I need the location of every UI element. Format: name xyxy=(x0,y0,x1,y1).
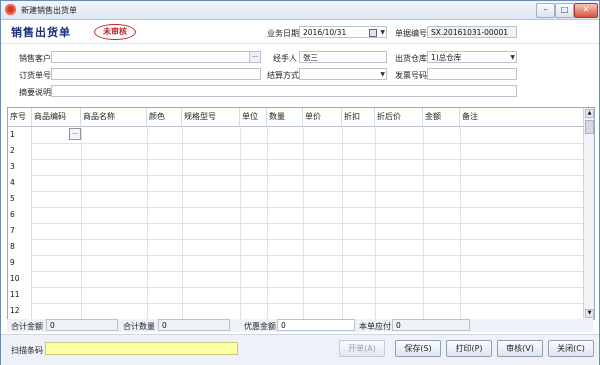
grid-scrollbar[interactable]: ▲ ▼ xyxy=(583,108,594,319)
table-row[interactable]: 4 xyxy=(8,175,583,192)
scroll-up-icon[interactable]: ▲ xyxy=(585,109,594,118)
settle-label: 结算方式 xyxy=(267,71,299,80)
total-qty-label: 合计数量 xyxy=(123,322,155,331)
table-row[interactable]: 5 xyxy=(8,191,583,208)
row-number: 7 xyxy=(8,223,32,239)
row-number: 8 xyxy=(8,239,32,255)
payable-label: 本单应付 xyxy=(359,322,391,331)
remark-label: 摘要说明 xyxy=(19,88,51,97)
maximize-button[interactable]: □ xyxy=(555,3,574,18)
col-header[interactable]: 商品编码 xyxy=(32,108,81,126)
warehouse-label: 出货仓库 xyxy=(395,54,427,63)
footer-bar: 扫描条码 开单(A) 保存(S) 打印(P) 审核(V) 关闭(C) xyxy=(1,334,599,365)
form-content: 销售出货单 未审核 业务日期 2016/10/31 ▼ 单据编号 SX.2016… xyxy=(1,20,599,365)
product-browse-button[interactable]: ... xyxy=(69,128,81,140)
col-header[interactable]: 单价 xyxy=(303,108,342,126)
doc-no-field: SX.20161031-00001 xyxy=(427,26,517,38)
col-header[interactable]: 规格型号 xyxy=(182,108,240,126)
biz-date-field[interactable]: 2016/10/31 ▼ xyxy=(299,26,387,38)
biz-date-label: 业务日期 xyxy=(267,29,299,38)
row-number: 12 xyxy=(8,303,32,319)
customer-browse-button[interactable]: ... xyxy=(249,52,260,62)
doc-no-label: 单据编号 xyxy=(395,29,427,38)
invoice-label: 发票号码 xyxy=(395,71,427,80)
row-number: 5 xyxy=(8,191,32,207)
order-no-field[interactable] xyxy=(51,68,261,80)
new-doc-button[interactable]: 开单(A) xyxy=(339,340,385,357)
chevron-down-icon[interactable]: ▼ xyxy=(380,69,385,79)
handler-label: 经手人 xyxy=(273,54,297,63)
col-header[interactable]: 序号 xyxy=(8,108,32,126)
warehouse-select[interactable]: 1)总仓库 ▼ xyxy=(427,51,517,63)
handler-value: 张三 xyxy=(303,53,318,62)
table-row[interactable]: 6 xyxy=(8,207,583,224)
col-header[interactable]: 折扣 xyxy=(342,108,375,126)
row-number: 2 xyxy=(8,143,32,159)
col-header[interactable]: 折后价 xyxy=(375,108,423,126)
items-grid: 序号 商品编码 商品名称 颜色 规格型号 单位 数量 单价 折扣 折后价 金额 … xyxy=(7,107,595,320)
handler-field[interactable]: 张三 xyxy=(299,51,387,63)
row-number: 3 xyxy=(8,159,32,175)
row-number: 11 xyxy=(8,287,32,303)
chevron-down-icon[interactable]: ▼ xyxy=(380,27,385,37)
discount-label: 优惠金额 xyxy=(244,322,276,331)
col-header[interactable]: 金额 xyxy=(423,108,460,126)
col-header[interactable]: 单位 xyxy=(240,108,267,126)
biz-date-value: 2016/10/31 xyxy=(303,28,347,37)
close-button[interactable]: 关闭(C) xyxy=(548,340,594,357)
settle-select[interactable]: ▼ xyxy=(299,68,387,80)
warehouse-value: 1)总仓库 xyxy=(431,53,462,62)
table-row[interactable]: 2 xyxy=(8,143,583,160)
table-row[interactable]: 11 xyxy=(8,287,583,304)
scroll-down-icon[interactable]: ▼ xyxy=(585,309,594,318)
customer-field[interactable]: ... xyxy=(51,51,261,63)
scan-label: 扫描条码 xyxy=(11,346,43,355)
discount-field[interactable]: 0 xyxy=(277,319,355,331)
remark-field[interactable] xyxy=(51,85,517,97)
app-icon xyxy=(5,4,16,15)
row-number: 4 xyxy=(8,175,32,191)
table-row[interactable]: 3 xyxy=(8,159,583,176)
window-title: 新建销售出货单 xyxy=(21,6,77,15)
table-row[interactable]: 9 xyxy=(8,255,583,272)
save-button[interactable]: 保存(S) xyxy=(395,340,441,357)
col-header[interactable]: 商品名称 xyxy=(81,108,147,126)
print-button[interactable]: 打印(P) xyxy=(446,340,492,357)
chevron-down-icon[interactable]: ▼ xyxy=(510,52,515,62)
table-row[interactable]: 10 xyxy=(8,271,583,288)
doc-title: 销售出货单 xyxy=(11,26,71,39)
col-header[interactable]: 颜色 xyxy=(147,108,182,126)
minimize-button[interactable]: – xyxy=(536,3,555,18)
grid-header: 序号 商品编码 商品名称 颜色 规格型号 单位 数量 单价 折扣 折后价 金额 … xyxy=(8,108,594,127)
col-header[interactable]: 备注 xyxy=(460,108,583,126)
doc-header: 销售出货单 未审核 业务日期 2016/10/31 ▼ 单据编号 SX.2016… xyxy=(1,20,599,44)
status-stamp: 未审核 xyxy=(94,24,136,40)
summary-bar: 合计金额 0 合计数量 0 优惠金额 0 本单应付 0 xyxy=(7,319,593,332)
customer-label: 销售客户 xyxy=(19,54,51,63)
scroll-thumb[interactable] xyxy=(585,120,594,134)
table-row[interactable]: 12 xyxy=(8,303,583,319)
total-amount-field: 0 xyxy=(46,319,118,331)
table-row[interactable]: 1 ... xyxy=(8,127,583,144)
total-amount-label: 合计金额 xyxy=(11,322,43,331)
order-no-label: 订货单号 xyxy=(19,71,51,80)
row-number: 1 xyxy=(8,127,32,143)
close-window-button[interactable]: ✕ xyxy=(574,3,598,18)
sales-delivery-window: 新建销售出货单 – □ ✕ 销售出货单 未审核 业务日期 2016/10/31 … xyxy=(0,0,600,365)
invoice-field[interactable] xyxy=(427,68,517,80)
row-number: 10 xyxy=(8,271,32,287)
payable-field: 0 xyxy=(392,319,470,331)
calendar-icon[interactable] xyxy=(369,29,377,37)
title-bar: 新建销售出货单 – □ ✕ xyxy=(1,1,599,20)
row-number: 6 xyxy=(8,207,32,223)
barcode-input[interactable] xyxy=(45,342,238,355)
row-number: 9 xyxy=(8,255,32,271)
table-row[interactable]: 8 xyxy=(8,239,583,256)
audit-button[interactable]: 审核(V) xyxy=(497,340,543,357)
col-header[interactable]: 数量 xyxy=(267,108,303,126)
total-qty-field: 0 xyxy=(158,319,230,331)
table-row[interactable]: 7 xyxy=(8,223,583,240)
